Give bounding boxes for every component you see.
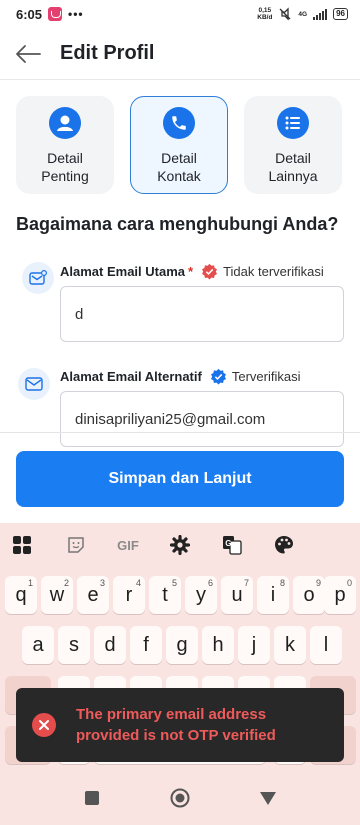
app-header: Edit Profil <box>0 28 360 80</box>
gif-button[interactable]: GIF <box>112 531 144 559</box>
phone-icon <box>163 107 195 139</box>
alt-email-label-row: Alamat Email Alternatif Terverifikasi <box>60 368 300 385</box>
key-q[interactable]: q1 <box>5 576 37 614</box>
tab-label: Detail Kontak <box>157 150 201 184</box>
square-icon <box>85 790 99 805</box>
key-k[interactable]: k <box>274 626 306 664</box>
apps-grid-icon[interactable] <box>8 531 36 559</box>
key-g[interactable]: g <box>166 626 198 664</box>
email-icon <box>18 368 50 400</box>
required-mark: * <box>188 264 194 279</box>
home-button[interactable] <box>168 786 192 810</box>
battery-icon: 96 <box>333 8 348 20</box>
status-time: 6:05 <box>16 6 43 22</box>
toast-message: The primary email address provided is no… <box>76 706 276 744</box>
section-title: Bagaimana cara menghubungi Anda? <box>16 214 339 234</box>
key-w[interactable]: w2 <box>41 576 73 614</box>
verified-badge-icon <box>210 368 226 385</box>
page-title: Edit Profil <box>60 42 155 64</box>
key-r[interactable]: r4 <box>113 576 145 614</box>
alt-email-field[interactable]: dinisapriliyani25@gmail.com <box>60 391 344 447</box>
primary-email-field[interactable]: d <box>60 286 344 342</box>
key-y[interactable]: y6 <box>185 576 217 614</box>
back-button[interactable] <box>8 34 48 74</box>
sticker-icon[interactable] <box>62 531 90 559</box>
error-toast: The primary email address provided is no… <box>16 688 344 762</box>
recent-apps-button[interactable] <box>80 786 104 810</box>
person-icon <box>49 107 81 139</box>
settings-gear-icon[interactable] <box>166 531 194 559</box>
key-h[interactable]: h <box>202 626 234 664</box>
palette-icon[interactable] <box>270 531 298 559</box>
key-a[interactable]: a <box>22 626 54 664</box>
save-and-continue-button[interactable]: Simpan dan Lanjut <box>16 451 344 507</box>
network-speed: 0,15 KB/d <box>257 7 273 21</box>
unverified-badge-icon <box>202 263 218 280</box>
mute-icon <box>279 7 291 21</box>
system-nav-bar <box>0 770 360 825</box>
signal-icon <box>313 8 328 20</box>
keyboard-toolbar: GIF G <box>0 531 360 559</box>
list-icon <box>277 107 309 139</box>
status-bar: 6:05 ••• 0,15 KB/d 4G 96 <box>0 0 360 28</box>
tab-detail-kontak[interactable]: Detail Kontak <box>130 96 228 194</box>
key-j[interactable]: j <box>238 626 270 664</box>
divider <box>0 432 360 433</box>
back-arrow-icon <box>16 44 41 63</box>
alt-email-status: Terverifikasi <box>231 369 301 384</box>
key-p[interactable]: p0 <box>324 576 356 614</box>
key-i[interactable]: i8 <box>257 576 289 614</box>
tab-detail-lainnya[interactable]: Detail Lainnya <box>244 96 342 194</box>
home-circle-icon <box>170 788 190 807</box>
network-type: 4G <box>298 10 308 18</box>
primary-email-label: Alamat Email Utama <box>60 264 185 279</box>
error-icon <box>32 713 56 737</box>
tab-label: Detail Lainnya <box>268 150 318 184</box>
more-notifications-icon: ••• <box>68 7 84 21</box>
triangle-back-icon <box>260 791 276 805</box>
key-e[interactable]: e3 <box>77 576 109 614</box>
key-d[interactable]: d <box>94 626 126 664</box>
key-u[interactable]: u7 <box>221 576 253 614</box>
notification-app-icon <box>48 7 63 21</box>
key-f[interactable]: f <box>130 626 162 664</box>
email-settings-icon <box>22 262 54 294</box>
tab-detail-penting[interactable]: Detail Penting <box>16 96 114 194</box>
key-t[interactable]: t5 <box>149 576 181 614</box>
svg-text:G: G <box>225 539 231 548</box>
back-nav-button[interactable] <box>256 786 280 810</box>
primary-email-status: Tidak terverifikasi <box>223 264 324 279</box>
key-l[interactable]: l <box>310 626 342 664</box>
primary-email-label-row: Alamat Email Utama * Tidak terverifikasi <box>60 263 324 280</box>
alt-email-label: Alamat Email Alternatif <box>60 369 202 384</box>
key-o[interactable]: o9 <box>293 576 325 614</box>
key-s[interactable]: s <box>58 626 90 664</box>
tab-label: Detail Penting <box>41 150 89 184</box>
profile-tabs: Detail Penting Detail Kontak Detail Lainnya <box>16 96 360 194</box>
translate-icon[interactable]: G <box>218 531 246 559</box>
